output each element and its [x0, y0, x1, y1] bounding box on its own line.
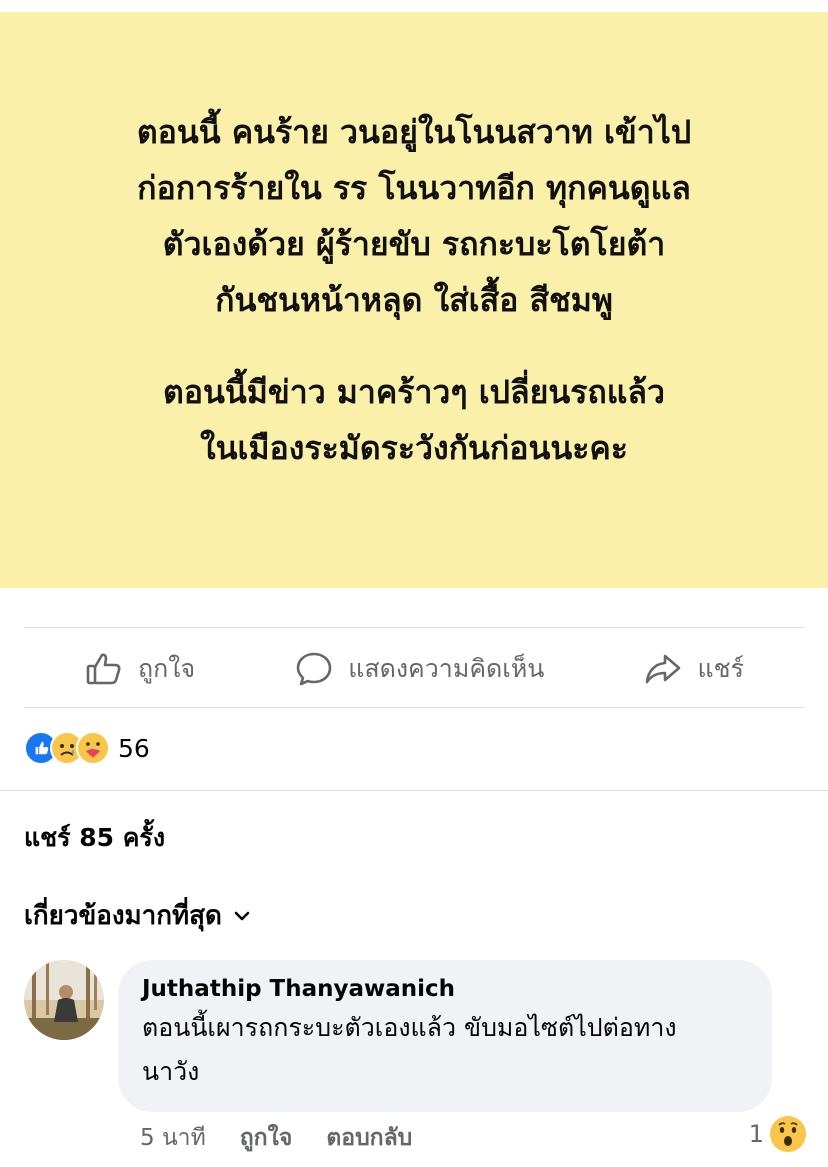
status-line: ก่อการร้ายใน รร โนนวาทอีก ทุกคนดูแล — [137, 169, 691, 207]
comment-meta: 5 นาที ถูกใจ ตอบกลับ — [140, 1120, 412, 1156]
like-button[interactable]: ถูกใจ — [84, 649, 195, 689]
status-text: ตอนนี้ คนร้าย วนอยู่ในโนนสวาท เข้าไป ก่อ… — [137, 104, 691, 476]
share-button[interactable]: แชร์ — [643, 649, 744, 689]
thumbs-up-icon — [86, 653, 121, 685]
comment-text-line: นาวัง — [142, 1057, 200, 1086]
post-action-bar: ถูกใจ แสดงความคิดเห็น แชร์ — [24, 630, 804, 708]
status-line: กันชนหน้าหลุด ใส่เสื้อ สีชมพู — [215, 281, 613, 319]
status-line: ในเมืองระมัดระวังกันก่อนนะคะ — [200, 429, 628, 467]
wow-reaction-icon — [770, 1116, 806, 1152]
actions-bottom-divider — [24, 707, 804, 708]
care-reaction-icon — [76, 731, 110, 765]
comment-reaction-summary[interactable]: 1 — [749, 1116, 806, 1152]
comment-reaction-count: 1 — [748, 1120, 764, 1148]
status-line: ตอนนี้ คนร้าย วนอยู่ในโนนสวาท เข้าไป — [136, 113, 692, 151]
comment-text: ตอนนี้เผารถกระบะตัวเองแล้ว ขับมอไซต์ไปต่… — [142, 1006, 748, 1094]
comment-text-line: ตอนนี้เผารถกระบะตัวเองแล้ว ขับมอไซต์ไปต่… — [142, 1013, 677, 1042]
comment-author[interactable]: Juthathip Thanyawanich — [142, 976, 748, 1002]
reaction-count: 56 — [118, 733, 150, 763]
comment-time: 5 นาที — [140, 1125, 206, 1151]
status-line: ตัวเองด้วย ผู้ร้ายขับ รถกะบะโตโยต้า — [162, 225, 666, 263]
status-background-card: ตอนนี้ คนร้าย วนอยู่ในโนนสวาท เข้าไป ก่อ… — [0, 12, 828, 588]
avatar[interactable] — [24, 960, 104, 1040]
status-line: ตอนนี้มีข่าว มาคร้าวๆ เปลี่ยนรถแล้ว — [163, 373, 665, 411]
share-count[interactable]: แชร์ 85 ครั้ง — [24, 818, 165, 858]
comment-button[interactable]: แสดงความคิดเห็น — [294, 649, 544, 689]
status-paragraph-2: ตอนนี้มีข่าว มาคร้าวๆ เปลี่ยนรถแล้ว ในเม… — [137, 364, 691, 476]
reaction-summary[interactable]: 56 — [24, 731, 150, 765]
comment-reply-button[interactable]: ตอบกลับ — [326, 1120, 412, 1156]
comment-sort-dropdown[interactable]: เกี่ยวข้องมากที่สุด — [24, 895, 252, 936]
comment-label: แสดงความคิดเห็น — [348, 654, 545, 683]
section-divider — [0, 790, 828, 791]
comment-like-button[interactable]: ถูกใจ — [240, 1120, 293, 1156]
comment-bubble-icon — [296, 652, 332, 686]
chevron-down-icon — [234, 911, 250, 920]
share-arrow-icon — [646, 654, 681, 684]
comment-bubble: Juthathip Thanyawanich ตอนนี้เผารถกระบะต… — [118, 960, 772, 1112]
actions-top-divider — [24, 627, 804, 628]
sort-label: เกี่ยวข้องมากที่สุด — [24, 901, 222, 931]
like-label: ถูกใจ — [138, 654, 196, 683]
share-label: แชร์ — [697, 654, 744, 683]
status-paragraph-1: ตอนนี้ คนร้าย วนอยู่ในโนนสวาท เข้าไป ก่อ… — [137, 104, 691, 328]
